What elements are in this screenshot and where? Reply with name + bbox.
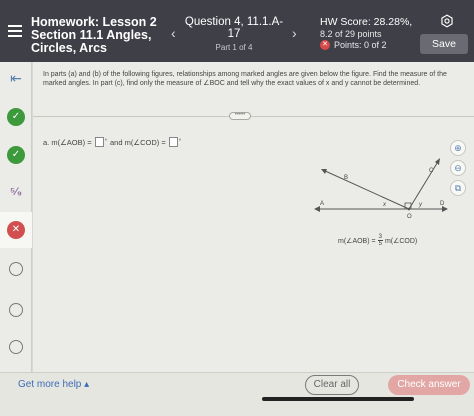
check-answer-button[interactable]: Check answer: [388, 375, 470, 395]
top-bar: Homework: Lesson 2 Section 11.1 Angles, …: [0, 0, 474, 62]
assignment-title-line3: Circles, Arcs: [31, 41, 107, 55]
part-a-label: a. m(∠AOB) =: [43, 137, 92, 147]
angle-y-label: y: [418, 202, 423, 208]
fraction-numerator: 3: [377, 234, 383, 241]
unanswered-circle-icon[interactable]: [9, 262, 23, 276]
correct-check-icon[interactable]: ✓: [7, 108, 25, 126]
unanswered-circle-icon[interactable]: [9, 303, 23, 317]
part-a-conjunction: and m(∠COD) =: [110, 137, 166, 147]
correct-check-icon[interactable]: ✓: [7, 146, 25, 164]
point-d-label: D: [440, 201, 445, 207]
popout-icon[interactable]: ⧉: [450, 180, 466, 196]
clear-all-button[interactable]: Clear all: [305, 375, 359, 395]
question-sidebar: ⇤ ✓ ✓ ⁵⁄₉ ✕: [0, 62, 32, 372]
points-status: ✕ Points: 0 of 2: [320, 40, 432, 50]
gear-icon[interactable]: [440, 14, 454, 28]
angle-figure: A B C D O x y: [314, 158, 448, 220]
assignment-title: Homework: Lesson 2 Section 11.1 Angles, …: [31, 16, 171, 55]
degree-symbol: °: [104, 139, 108, 145]
partial-credit-icon[interactable]: ⁵⁄₉: [7, 183, 25, 201]
question-title-line1: Question 4, 11.1.A-: [184, 16, 284, 28]
score-points: 8.2 of 29 points: [320, 29, 382, 39]
question-panel: In parts (a) and (b) of the following fi…: [33, 62, 474, 372]
points-status-text: Points: 0 of 2: [334, 40, 387, 50]
fraction-denominator: 5: [378, 241, 382, 247]
part-a-prompt: a. m(∠AOB) = ° and m(∠COD) = °: [43, 137, 184, 147]
relation-fraction: 3 5: [377, 234, 383, 247]
hw-score: HW Score: 28.28%,: [320, 16, 413, 28]
relation-right: m(∠COD): [384, 237, 418, 245]
degree-symbol: °: [178, 139, 182, 145]
bottom-bar: Get more help ▴ Clear all Check answer: [0, 372, 474, 416]
score-panel: HW Score: 28.28%, 8.2 of 29 points ✕ Poi…: [320, 16, 432, 50]
question-title-line2: 17: [227, 28, 241, 40]
angle-x-label: x: [382, 202, 387, 208]
cod-answer-input[interactable]: [168, 137, 178, 147]
question-instructions: In parts (a) and (b) of the following fi…: [43, 71, 447, 87]
aob-answer-input[interactable]: [94, 137, 104, 147]
save-button[interactable]: Save: [420, 34, 468, 54]
point-a-label: A: [320, 201, 324, 207]
collapse-icon[interactable]: ⇤: [7, 70, 25, 88]
zoom-out-icon[interactable]: ⊖: [450, 160, 466, 176]
point-b-label: B: [344, 175, 348, 181]
point-o-label: O: [407, 214, 412, 220]
relation-left: m(∠AOB) =: [338, 237, 376, 245]
question-indicator: Question 4, 11.1.A- 17 Part 1 of 4: [183, 16, 285, 52]
incorrect-x-icon: ✕: [320, 40, 330, 50]
panel-divider: [33, 116, 474, 117]
home-indicator: [262, 397, 414, 401]
angle-relationship: m(∠AOB) = 3 5 m(∠COD): [338, 234, 417, 247]
incorrect-x-icon[interactable]: ✕: [7, 221, 25, 239]
point-c-label: C: [429, 168, 434, 174]
menu-icon[interactable]: [8, 25, 22, 37]
get-more-help-link[interactable]: Get more help ▴: [18, 379, 89, 390]
zoom-in-icon[interactable]: ⊕: [450, 140, 466, 156]
unanswered-circle-icon[interactable]: [9, 340, 23, 354]
next-question-button[interactable]: ›: [292, 25, 297, 41]
divider-handle[interactable]: •••••: [229, 112, 251, 120]
previous-question-button[interactable]: ‹: [171, 25, 176, 41]
question-part: Part 1 of 4: [215, 43, 253, 52]
